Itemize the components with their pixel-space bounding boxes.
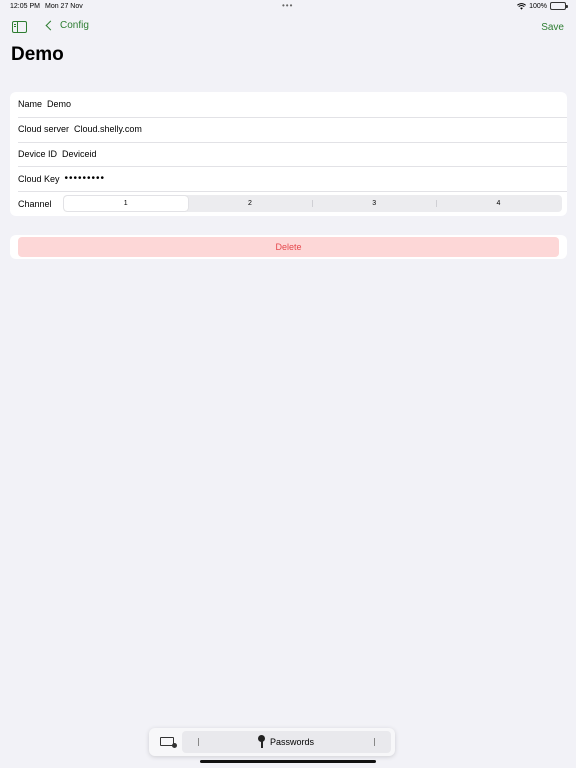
device-form: Name Demo Cloud server Cloud.shelly.com …	[10, 92, 567, 216]
status-time: 12:05 PM	[10, 3, 40, 10]
device-id-label: Device ID	[18, 148, 58, 159]
key-icon	[258, 735, 265, 748]
cloud-server-label: Cloud server	[18, 124, 70, 135]
cloud-server-field[interactable]: Cloud.shelly.com	[74, 124, 142, 134]
cloud-server-row[interactable]: Cloud server Cloud.shelly.com	[10, 116, 567, 142]
cloud-key-row[interactable]: Cloud Key •••••••••	[10, 166, 567, 191]
back-button[interactable]: Config	[44, 20, 89, 31]
navigation-bar: Config Save	[0, 18, 576, 40]
passwords-button[interactable]: Passwords	[258, 735, 314, 748]
wifi-icon	[517, 2, 527, 10]
name-field[interactable]: Demo	[47, 99, 71, 109]
keyboard-icon[interactable]	[160, 737, 177, 748]
device-id-field[interactable]: Deviceid	[62, 149, 97, 159]
sidebar-toggle-icon[interactable]	[12, 21, 27, 33]
passwords-label: Passwords	[270, 736, 315, 747]
status-date: Mon 27 Nov	[45, 3, 83, 10]
page-title: Demo	[11, 44, 64, 65]
channel-option-3[interactable]: 3	[312, 196, 436, 211]
chevron-left-icon	[45, 20, 56, 31]
cloud-key-field[interactable]: •••••••••	[65, 173, 106, 184]
name-label: Name	[18, 99, 43, 110]
save-button[interactable]: Save	[541, 22, 564, 33]
password-suggestion-bar: Passwords	[182, 731, 391, 753]
battery-percent: 100%	[529, 2, 547, 10]
cloud-key-label: Cloud Key	[18, 173, 60, 184]
status-bar: 12:05 PM Mon 27 Nov ••• 100%	[0, 0, 576, 14]
back-button-label: Config	[60, 20, 89, 31]
battery-icon	[550, 2, 568, 10]
delete-card: Delete	[10, 235, 567, 259]
divider	[198, 738, 199, 746]
status-right: 100%	[517, 2, 568, 10]
channel-option-1[interactable]: 1	[63, 196, 188, 212]
device-id-row[interactable]: Device ID Deviceid	[10, 141, 567, 167]
name-row[interactable]: Name Demo	[10, 92, 567, 117]
channel-segmented-control[interactable]: 1 2 3 4	[62, 195, 562, 213]
channel-label: Channel	[18, 198, 52, 209]
home-indicator[interactable]	[200, 760, 376, 763]
channel-option-2[interactable]: 2	[188, 196, 312, 211]
keyboard-accessory-bar: Passwords	[149, 728, 395, 756]
delete-button[interactable]: Delete	[18, 237, 559, 257]
multitask-dots[interactable]: •••	[282, 1, 293, 10]
divider	[374, 738, 375, 746]
channel-row: Channel 1 2 3 4	[10, 191, 567, 216]
channel-option-4[interactable]: 4	[436, 196, 560, 211]
